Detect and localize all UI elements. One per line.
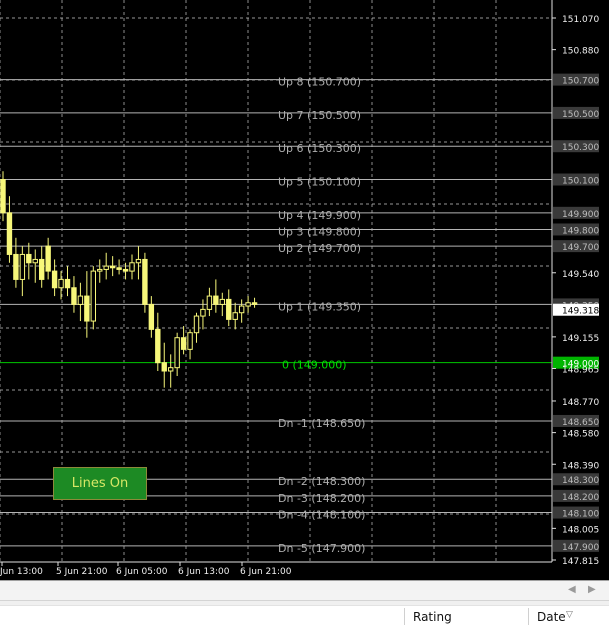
time-axis: Jun 13:00 5 Jun 21:00 6 Jun 05:00 6 Jun 13:… (0, 562, 292, 577)
candle-body (71, 287, 77, 305)
candle-body (251, 302, 258, 305)
candle-body (213, 295, 219, 305)
time-label: 5 Jun 21:00 (56, 567, 108, 577)
time-label: Jun 13:00 (0, 567, 43, 577)
right-arrow-icon[interactable]: ▶ (588, 584, 596, 595)
price-label: 149.540 (562, 270, 599, 280)
price-tag: 148.200 (562, 493, 599, 503)
price-tag: 149.318 (562, 307, 599, 317)
candle-body (155, 328, 161, 364)
price-label: 148.770 (562, 398, 599, 408)
time-label: 6 Jun 21:00 (240, 567, 292, 577)
candle-body (32, 258, 38, 264)
bottom-panel: ◀ ▶ Rating Date ▽ (0, 580, 609, 626)
column-header-row: Rating Date ▽ (0, 605, 609, 626)
price-tag: 148.100 (562, 510, 599, 520)
price-tag: 150.700 (562, 77, 599, 87)
candle-body (200, 308, 206, 317)
candle-body (219, 298, 226, 305)
price-tag: 150.500 (562, 110, 599, 120)
candle-body (206, 295, 213, 310)
price-tag: 149.700 (562, 243, 599, 253)
candle-body (64, 278, 71, 289)
candle-body (6, 212, 13, 255)
level-label: Up 8 (150.700) (278, 76, 361, 89)
price-label: 148.580 (562, 430, 599, 440)
candle-body (174, 337, 180, 369)
column-separator (528, 608, 529, 625)
price-label: 151.070 (562, 15, 599, 25)
column-separator (404, 608, 405, 625)
price-label: 149.155 (562, 334, 599, 344)
level-label: Dn -5 (147.900) (278, 542, 365, 555)
candle-body (245, 302, 251, 307)
price-tag: 149.800 (562, 226, 599, 236)
level-label: Dn -2 (148.300) (278, 475, 365, 488)
price-tag: 147.900 (562, 543, 599, 553)
candle-body (148, 303, 155, 330)
candle-body (103, 265, 109, 270)
candle-body (135, 258, 142, 264)
left-arrow-icon[interactable]: ◀ (568, 584, 576, 595)
level-label: 0 (149.000) (282, 359, 347, 372)
candle-body (97, 268, 103, 272)
lines-on-button[interactable]: Lines On (53, 467, 147, 500)
column-header-rating[interactable]: Rating (413, 610, 452, 624)
candle-body (122, 268, 129, 272)
price-label: 150.880 (562, 47, 599, 57)
candle-body (13, 253, 19, 280)
candle-body (226, 298, 232, 320)
candle-body (116, 267, 122, 270)
candle-body (19, 253, 26, 280)
candle-body (180, 337, 187, 350)
price-tag: 150.300 (562, 143, 599, 153)
price-label: 148.390 (562, 461, 599, 471)
level-label: Dn -3 (148.200) (278, 492, 365, 505)
column-header-date[interactable]: Date (537, 610, 566, 624)
price-tag: 149.900 (562, 210, 599, 220)
level-label: Up 3 (149.800) (278, 225, 361, 238)
price-label: 147.815 (562, 557, 599, 567)
tab-scroll-row: ◀ ▶ (0, 581, 609, 601)
level-label: Up 6 (150.300) (278, 142, 361, 155)
candle-body (39, 258, 45, 280)
candle-body (161, 362, 167, 372)
candle-body (109, 265, 116, 269)
candle-body (168, 367, 174, 372)
level-label: Up 7 (150.500) (278, 109, 361, 122)
time-label: 6 Jun 13:00 (178, 567, 230, 577)
candle-body (193, 315, 200, 334)
candle-body (77, 295, 84, 305)
sort-triangle-icon[interactable]: ▽ (566, 610, 573, 620)
candle-body (232, 312, 238, 320)
candle-body (0, 179, 6, 214)
candle-body (187, 332, 193, 350)
candle-body (129, 262, 135, 272)
level-label: Up 4 (149.900) (278, 209, 361, 222)
price-label: 148.005 (562, 525, 599, 535)
candle-body (142, 258, 148, 305)
time-label: 6 Jun 05:00 (116, 567, 168, 577)
level-label: Up 1 (149.350) (278, 300, 361, 313)
candle-body (26, 253, 32, 264)
level-label: Up 2 (149.700) (278, 242, 361, 255)
price-tag: 150.100 (562, 177, 599, 187)
price-tag: 148.300 (562, 476, 599, 486)
price-tag: 148.650 (562, 418, 599, 428)
candle-body (84, 295, 90, 322)
level-label: Dn -1 (148.650) (278, 417, 365, 430)
candle-body (238, 305, 245, 314)
level-label: Up 5 (150.100) (278, 176, 361, 189)
candle-body (58, 278, 64, 289)
candle-body (51, 270, 58, 289)
level-label: Dn -4 (148.100) (278, 509, 365, 522)
candle-body (90, 270, 96, 322)
candle-body (45, 245, 51, 272)
price-label: 148.965 (562, 366, 599, 376)
